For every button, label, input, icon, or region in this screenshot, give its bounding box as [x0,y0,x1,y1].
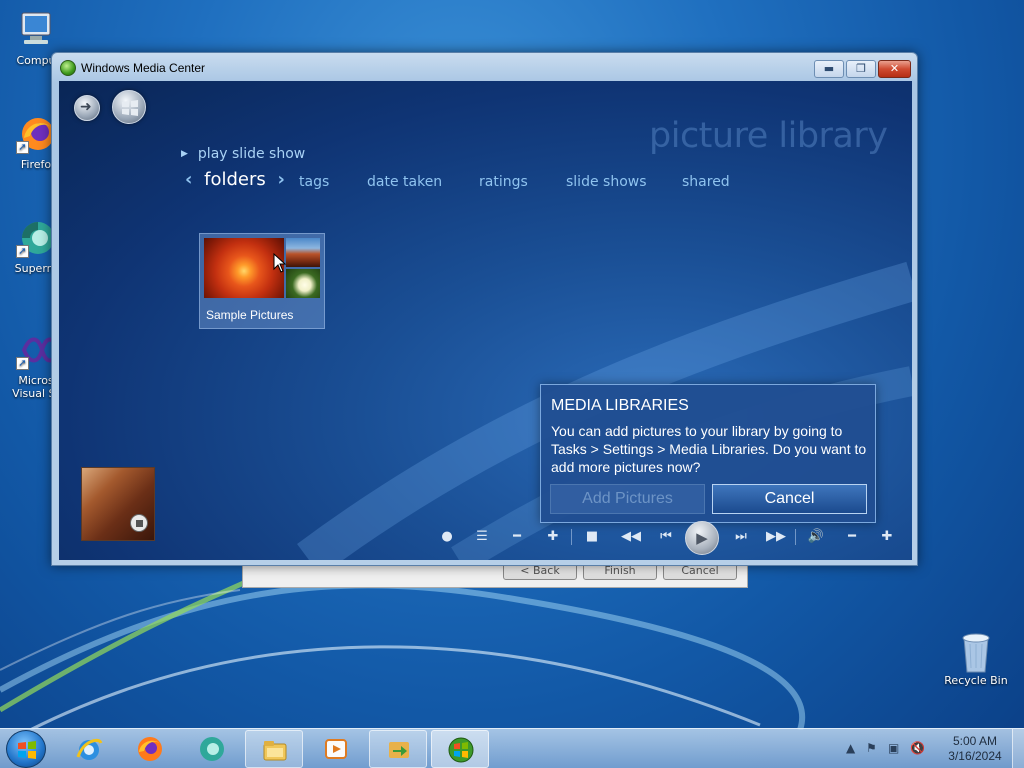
stop-icon[interactable]: ■ [582,527,602,547]
visual-studio-icon: ➚ [16,330,59,370]
now-playing-thumbnail[interactable] [81,467,155,541]
supermium-icon [200,737,224,761]
taskbar-media-player[interactable] [307,730,365,768]
taskbar: ▲ ⚑ ▣ 🔇 5:00 AM 3/16/2024 [0,728,1024,768]
volume-icon[interactable]: 🔊 [806,527,826,547]
media-libraries-dialog: MEDIA LIBRARIES You can add pictures to … [540,384,876,523]
media-center-icon [448,737,474,763]
guide-icon[interactable]: ☰ [472,527,492,547]
file-explorer-icon [263,741,287,761]
folder-tile-label: Sample Pictures [206,308,294,322]
firefox-icon: ➚ [16,114,56,154]
taskbar-file-explorer[interactable] [245,730,303,768]
chevron-right-icon[interactable]: › [278,169,285,190]
folder-tile-sample-pictures[interactable]: Sample Pictures [199,233,325,329]
windows-logo-icon [122,100,138,116]
computer-icon [16,10,56,50]
system-tray: ▲ ⚑ ▣ 🔇 5:00 AM 3/16/2024 [834,729,1024,768]
dialog-cancel-button[interactable]: Cancel [712,484,867,514]
window-title: Windows Media Center [81,61,206,75]
stop-icon[interactable] [130,514,148,532]
network-icon[interactable]: ▣ [888,741,899,755]
record-icon[interactable]: ● [437,527,457,547]
minimize-button[interactable]: ▬ [814,60,844,78]
taskbar-firefox[interactable] [121,730,179,768]
clock-date: 3/16/2024 [948,749,1002,763]
dialog-message: You can add pictures to your library by … [551,423,867,475]
close-button[interactable]: ✕ [878,60,911,78]
dialog-title: MEDIA LIBRARIES [551,397,689,414]
view-slide-shows[interactable]: slide shows [566,174,647,190]
show-desktop-button[interactable] [1012,729,1024,768]
desktop-icon-recycle-bin[interactable]: Recycle Bin [943,630,1009,687]
view-ratings[interactable]: ratings [479,174,528,190]
thumbnail-desert [286,238,320,267]
start-green-button[interactable] [112,90,146,124]
taskbar-internet-explorer[interactable] [60,730,118,768]
media-center-content: ➜ picture library ▶ play slide show ‹ fol… [59,81,912,560]
maximize-button[interactable]: ❐ [846,60,876,78]
fast-forward-icon[interactable]: ▶▶ [766,527,786,547]
internet-explorer-icon [76,738,103,760]
clock[interactable]: 5:00 AM 3/16/2024 [944,734,1006,764]
volume-down-icon[interactable]: ━ [842,527,862,547]
back-arrow-icon: ➜ [80,99,92,115]
shortcut-arrow-icon: ➚ [16,245,29,258]
supermium-icon: ➚ [16,218,56,258]
show-hidden-icons-icon[interactable]: ▲ [846,741,855,755]
thumbnail-flower [204,238,284,298]
taskbar-supermium[interactable] [183,730,241,768]
action-center-flag-icon[interactable]: ⚑ [866,741,877,755]
back-nav-button[interactable]: ➜ [74,95,100,121]
desktop-icon-label: Recycle Bin [944,674,1008,687]
migration-icon [389,742,409,758]
taskbar-migration[interactable] [369,730,427,768]
mouse-cursor-icon [273,253,287,273]
start-button[interactable] [6,730,46,768]
play-icon[interactable]: ▶ [685,521,719,555]
page-title: picture library [649,116,888,156]
add-pictures-button[interactable]: Add Pictures [550,484,705,514]
play-slide-show-label: play slide show [197,146,306,162]
volume-muted-icon[interactable]: 🔇 [910,741,925,755]
taskbar-media-center[interactable] [431,730,489,768]
transport-divider [571,529,572,545]
channel-up-icon[interactable]: ✚ [543,527,563,547]
rewind-icon[interactable]: ◀◀ [621,527,641,547]
window-titlebar[interactable]: Windows Media Center ▬ ❐ ✕ [52,53,917,81]
shortcut-arrow-icon: ➚ [16,357,29,370]
channel-down-icon[interactable]: ━ [507,527,527,547]
media-center-logo-icon [60,60,76,76]
shortcut-arrow-icon: ➚ [16,141,29,154]
media-player-icon [325,739,347,759]
view-tags[interactable]: tags [299,174,329,190]
view-current-folders[interactable]: ‹ folders › [185,169,285,190]
clock-time: 5:00 AM [952,734,998,748]
view-shared[interactable]: shared [682,174,730,190]
skip-back-icon[interactable]: ⏮ [656,527,676,547]
chevron-left-icon[interactable]: ‹ [185,169,192,190]
skip-forward-icon[interactable]: ⏭ [731,527,751,547]
windows-logo-icon [18,741,36,759]
view-date-taken[interactable]: date taken [367,174,442,190]
current-view-label: folders [204,169,266,190]
play-triangle-icon: ▶ [181,149,188,159]
transport-divider [795,529,796,545]
recycle-bin-icon [956,630,996,673]
volume-up-icon[interactable]: ✚ [877,527,897,547]
transport-controls: ● ☰ ━ ✚ ■ ◀◀ ⏮ ▶ ⏭ ▶▶ 🔊 ━ ✚ [437,521,899,555]
media-center-window: Windows Media Center ▬ ❐ ✕ ➜ picture lib… [51,52,918,566]
firefox-icon [138,737,162,761]
play-slide-show-link[interactable]: ▶ play slide show [181,146,305,162]
thumbnail-white-flower [286,269,320,298]
